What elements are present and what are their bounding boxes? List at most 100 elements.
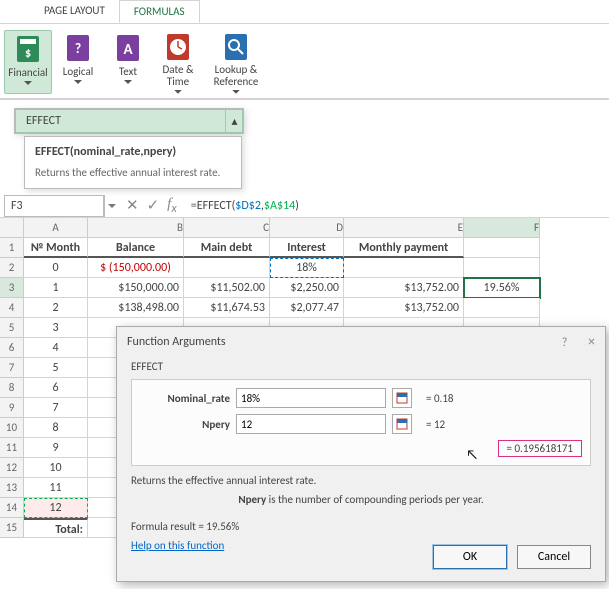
col-header-d[interactable]: D xyxy=(270,218,344,238)
tab-page-layout[interactable]: PAGE LAYOUT xyxy=(30,0,119,23)
cell[interactable]: 4 xyxy=(24,338,88,358)
arg-nominal-input[interactable] xyxy=(236,388,386,408)
col-header-b[interactable]: B xyxy=(88,218,184,238)
cell[interactable]: 3 xyxy=(24,318,88,338)
row-header[interactable]: 5 xyxy=(0,318,24,338)
column-headers: A B C D E F xyxy=(24,218,609,238)
cell[interactable]: $2,250.00 xyxy=(270,278,344,298)
cell[interactable]: $150,000.00 xyxy=(88,278,184,298)
arguments-box: Nominal_rate = 0.18 Npery = 12 = 0.19561… xyxy=(131,379,591,466)
cell[interactable] xyxy=(464,238,540,258)
cell[interactable] xyxy=(464,258,540,278)
tab-formulas[interactable]: FORMULAS xyxy=(119,0,200,23)
arg-nominal-label: Nominal_rate xyxy=(140,392,230,405)
formula-ref1: $D$2 xyxy=(235,199,261,213)
total-label[interactable]: Total: xyxy=(24,518,88,538)
row-header[interactable]: 11 xyxy=(0,438,24,458)
text-button[interactable]: A Text xyxy=(104,30,152,94)
dialog-help-icon[interactable]: ? xyxy=(562,336,568,350)
accept-formula-icon[interactable]: ✓ xyxy=(147,196,160,215)
cell-npery-ref[interactable]: 12 xyxy=(24,498,88,518)
header-main-debt[interactable]: Main debt xyxy=(184,238,270,258)
cancel-button[interactable]: Cancel xyxy=(517,545,591,569)
cell[interactable]: 5 xyxy=(24,358,88,378)
date-time-button[interactable]: Date & Time xyxy=(154,30,202,94)
col-header-c[interactable]: C xyxy=(184,218,270,238)
function-item-effect[interactable]: EFFECT xyxy=(15,109,243,133)
header-balance[interactable]: Balance xyxy=(88,238,184,258)
scroll-up-icon[interactable]: ▴ xyxy=(225,109,243,133)
range-picker-icon[interactable] xyxy=(392,414,412,434)
row-header[interactable]: 7 xyxy=(0,358,24,378)
header-month[interactable]: № Month xyxy=(24,238,88,258)
ribbon-body: $ Financial ? Logical A Text Date & Time… xyxy=(0,24,609,100)
cell[interactable]: 6 xyxy=(24,378,88,398)
formula-result-label: Formula result = xyxy=(131,520,206,533)
cell[interactable] xyxy=(344,258,464,278)
cell[interactable]: 10 xyxy=(24,458,88,478)
cell[interactable]: 7 xyxy=(24,398,88,418)
lookup-button[interactable]: Lookup & Reference xyxy=(204,30,268,94)
cell[interactable]: $11,502.00 xyxy=(184,278,270,298)
ok-button[interactable]: OK xyxy=(433,545,507,569)
formula-result-value: 19.56% xyxy=(206,520,239,533)
close-icon[interactable]: × xyxy=(588,333,595,350)
range-picker-icon[interactable] xyxy=(392,388,412,408)
row-header[interactable]: 15 xyxy=(0,518,24,538)
dialog-titlebar[interactable]: Function Arguments ? × xyxy=(117,327,605,356)
text-icon: A xyxy=(112,32,144,64)
logical-label: Logical xyxy=(63,66,93,78)
cell[interactable]: $2,077.47 xyxy=(270,298,344,318)
cell[interactable] xyxy=(184,258,270,278)
cell[interactable] xyxy=(464,298,540,318)
formula-end: ) xyxy=(295,199,299,213)
header-monthly[interactable]: Monthly payment xyxy=(344,238,464,258)
col-header-a[interactable]: A xyxy=(24,218,88,238)
cell-balance-initial[interactable]: $ (150,000.00) xyxy=(88,258,184,278)
cell[interactable]: $138,498.00 xyxy=(88,298,184,318)
cell-interest-rate[interactable]: 18% xyxy=(270,258,344,278)
row-header[interactable]: 12 xyxy=(0,458,24,478)
chevron-down-icon xyxy=(124,80,132,84)
name-box-dropdown[interactable] xyxy=(104,195,118,217)
cell[interactable]: 8 xyxy=(24,418,88,438)
cancel-formula-icon[interactable]: ✕ xyxy=(126,196,139,215)
row-header[interactable]: 2 xyxy=(0,258,24,278)
cell[interactable]: 0 xyxy=(24,258,88,278)
tooltip-desc: Returns the effective annual interest ra… xyxy=(35,165,231,180)
logical-button[interactable]: ? Logical xyxy=(54,30,102,94)
select-all-corner[interactable] xyxy=(0,218,24,238)
cell[interactable]: $11,674.53 xyxy=(184,298,270,318)
header-interest[interactable]: Interest xyxy=(270,238,344,258)
cell[interactable]: 9 xyxy=(24,438,88,458)
row-header[interactable]: 8 xyxy=(0,378,24,398)
col-header-e[interactable]: E xyxy=(344,218,464,238)
row-header[interactable]: 13 xyxy=(0,478,24,498)
formula-input[interactable]: =EFFECT($D$2,$A$14) xyxy=(185,195,609,217)
name-box[interactable]: F3 xyxy=(4,195,104,217)
cell[interactable]: 11 xyxy=(24,478,88,498)
active-cell[interactable]: 19.56% xyxy=(464,278,540,298)
cell[interactable]: 1 xyxy=(24,278,88,298)
arg-npery-input[interactable] xyxy=(236,414,386,434)
tooltip-title: EFFECT(nominal_rate,npery) xyxy=(35,145,231,159)
cell[interactable]: 2 xyxy=(24,298,88,318)
row-header[interactable]: 3 xyxy=(0,278,24,298)
clock-icon xyxy=(162,32,194,62)
fx-icon[interactable]: fx xyxy=(167,196,177,216)
row-header[interactable]: 14 xyxy=(0,498,24,518)
arg-desc-name: Npery xyxy=(238,493,266,506)
cell[interactable]: $13,752.00 xyxy=(344,278,464,298)
row-header[interactable]: 9 xyxy=(0,398,24,418)
financial-icon: $ xyxy=(12,33,44,65)
svg-text:A: A xyxy=(123,41,133,59)
row-header[interactable]: 1 xyxy=(0,238,24,258)
col-header-f[interactable]: F xyxy=(464,218,540,238)
row-header[interactable]: 6 xyxy=(0,338,24,358)
financial-button[interactable]: $ Financial xyxy=(4,30,52,94)
row-header[interactable]: 4 xyxy=(0,298,24,318)
cell[interactable]: $13,752.00 xyxy=(344,298,464,318)
chevron-down-icon xyxy=(174,90,182,94)
help-link[interactable]: Help on this function xyxy=(131,539,224,552)
row-header[interactable]: 10 xyxy=(0,418,24,438)
